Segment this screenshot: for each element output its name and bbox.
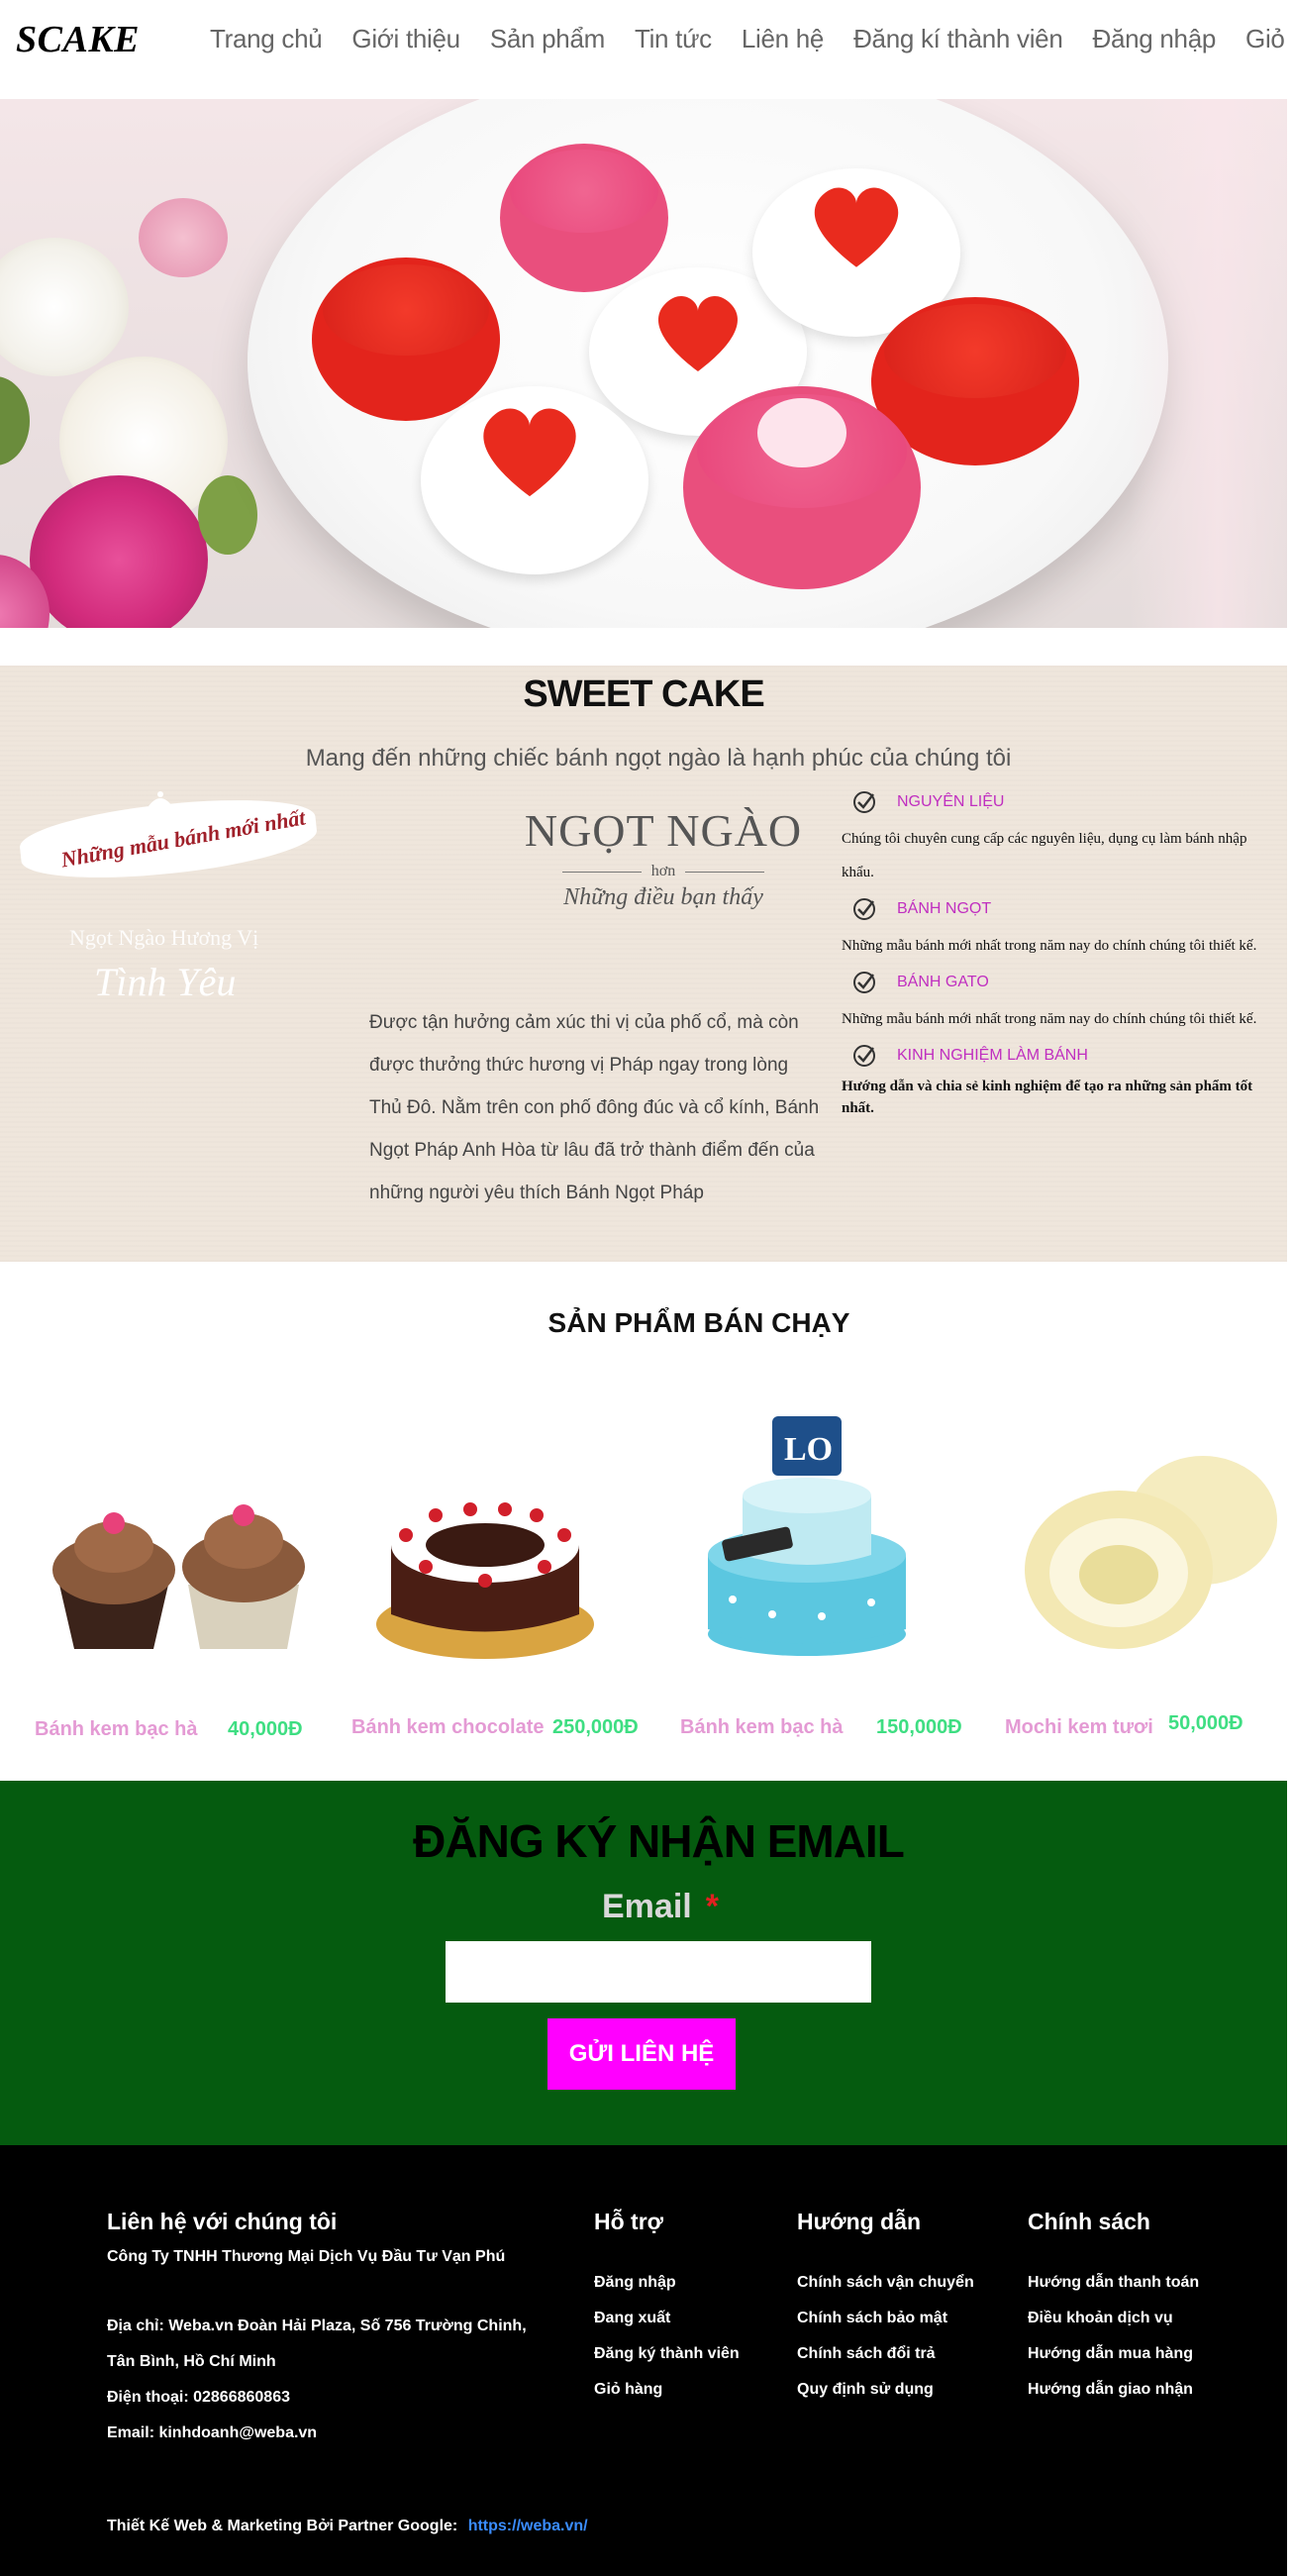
feature-text: Những mẫu bánh mới nhất trong năm nay do… (842, 938, 1257, 954)
footer-support-heading: Hỗ trợ (594, 2209, 664, 2234)
product-price: 40,000Đ (228, 1718, 303, 1740)
footer-credit-text: Thiết Kế Web & Marketing Bởi Partner Goo… (107, 2518, 458, 2534)
footer-support: Hỗ trợ Đăng nhập Đang xuất Đăng ký thành… (594, 2209, 740, 2408)
badge-line2: Tình Yêu (94, 960, 237, 1004)
bestsellers-grid: LO Bánh kem bạc hà 40,000Đ Bánh kem choc… (0, 1387, 1287, 1763)
product-name[interactable]: Bánh kem bạc hà (35, 1718, 198, 1741)
pink-cake-2 (683, 386, 921, 589)
footer-contact-heading: Liên hệ với chúng tôi (107, 2209, 338, 2234)
product-price: 50,000Đ (1168, 1712, 1243, 1734)
intro-title: SWEET CAKE (523, 673, 764, 715)
footer-policy-heading: Chính sách (1028, 2209, 1150, 2234)
main-nav: Trang chủ Giới thiệu Sản phẩm Tin tức Li… (210, 24, 1293, 54)
svg-text:LO: LO (784, 1431, 833, 1468)
check-circle-icon (853, 972, 875, 993)
navbar: SCAKE Trang chủ Giới thiệu Sản phẩm Tin … (0, 0, 1293, 99)
nav-products[interactable]: Sản phẩm (490, 24, 605, 54)
chocolate-cake-image[interactable] (366, 1456, 604, 1664)
blue-cake-image[interactable]: LO (693, 1406, 921, 1664)
newsletter-title: ĐĂNG KÝ NHẬN EMAIL (413, 1815, 905, 1867)
footer-link-logout[interactable]: Đang xuất (594, 2301, 740, 2336)
required-marker: * (705, 1888, 719, 1925)
check-circle-icon (853, 1045, 875, 1067)
footer-address: Địa chỉ: Weba.vn Đoàn Hải Plaza, Số 756 … (107, 2318, 527, 2370)
footer-link-payment[interactable]: Hướng dẫn thanh toán (1028, 2265, 1199, 2301)
product-price: 250,000Đ (552, 1716, 639, 1738)
footer-policy: Chính sách Hướng dẫn thanh toán Điều kho… (1028, 2209, 1199, 2408)
nav-register[interactable]: Đăng kí thành viên (853, 24, 1063, 54)
check-circle-icon (853, 898, 875, 920)
feature-label: BÁNH NGỌT (897, 900, 992, 917)
feature-label: KINH NGHIỆM LÀM BÁNH (897, 1047, 1088, 1064)
feature-heading: BÁNH GATO (842, 963, 1277, 1002)
nav-home[interactable]: Trang chủ (210, 24, 323, 54)
product-name[interactable]: Mochi kem tươi (1005, 1716, 1153, 1739)
newsletter-section: ĐĂNG KÝ NHẬN EMAIL Email * GỬI LIÊN HỆ (0, 1781, 1287, 2145)
bestsellers-title: SẢN PHẨM BÁN CHẠY (547, 1307, 850, 1338)
footer-link-returns[interactable]: Chính sách đổi trả (797, 2336, 974, 2372)
feature-label: BÁNH GATO (897, 974, 989, 990)
badge-line1: Ngọt Ngào Hương Vị (69, 925, 259, 950)
footer: Liên hệ với chúng tôi Công Ty TNHH Thươn… (0, 2145, 1287, 2576)
ngot-ngao-divider: hơn (515, 863, 812, 880)
product-name[interactable]: Bánh kem bạc hà (680, 1716, 844, 1739)
footer-email: Email: kinhdoanh@weba.vn (107, 2424, 318, 2441)
footer-link-service-terms[interactable]: Điều khoản dịch vụ (1028, 2301, 1199, 2336)
footer-link-cart[interactable]: Giỏ hàng (594, 2372, 740, 2408)
footer-contact: Liên hệ với chúng tôi Công Ty TNHH Thươn… (107, 2209, 562, 2451)
email-input[interactable] (446, 1941, 871, 2003)
intro-section: SWEET CAKE Mang đến những chiếc bánh ngọ… (0, 666, 1287, 1262)
footer-link-shipping[interactable]: Chính sách vận chuyển (797, 2265, 974, 2301)
footer-guide-heading: Hướng dẫn (797, 2209, 921, 2234)
footer-link-privacy[interactable]: Chính sách bảo mật (797, 2301, 974, 2336)
email-label: Email * (602, 1888, 719, 1926)
product-price: 150,000Đ (876, 1716, 962, 1738)
white-heart-cake-3 (421, 386, 648, 574)
site-logo[interactable]: SCAKE (16, 18, 140, 61)
feature-label: NGUYÊN LIỆU (897, 793, 1005, 810)
ngot-ngao-script: Những điều bạn thấy (563, 884, 763, 910)
ngot-ngao-title: NGỌT NGÀO (524, 805, 803, 856)
feature-text: Những mẫu bánh mới nhất trong năm nay do… (842, 1011, 1257, 1027)
new-cakes-badge: Những mẫu bánh mới nhất Ngọt Ngào Hương … (0, 784, 337, 1022)
product-name[interactable]: Bánh kem chocolate (351, 1716, 545, 1739)
footer-link-purchase-guide[interactable]: Hướng dẫn mua hàng (1028, 2336, 1199, 2372)
footer-link-terms-use[interactable]: Quy định sử dụng (797, 2372, 974, 2408)
nav-news[interactable]: Tin tức (635, 24, 712, 54)
about-text: Được tận hưởng cảm xúc thi vị của phố cổ… (369, 1012, 820, 1203)
nav-cart[interactable]: Giỏ Hàng (1245, 24, 1293, 54)
nav-login[interactable]: Đăng nhập (1093, 24, 1217, 54)
intro-subtitle: Mang đến những chiếc bánh ngọt ngào là h… (305, 745, 1012, 772)
ngot-ngao-logo: NGỌT NGÀO hơn Những điều bạn thấy (515, 804, 812, 911)
feature-text: Hướng dẫn và chia sẻ kinh nghiệm để tạo … (842, 1079, 1253, 1116)
glass-decoration (1129, 99, 1287, 628)
feature-text: Chúng tôi chuyên cung cấp các nguyên liệ… (842, 831, 1247, 880)
footer-phone: Điện thoại: 02866860863 (107, 2389, 290, 2406)
footer-credit-link[interactable]: https://weba.vn/ (468, 2518, 588, 2534)
cupcake-image[interactable] (40, 1476, 317, 1654)
footer-guide: Hướng dẫn Chính sách vận chuyển Chính sá… (797, 2209, 974, 2408)
feature-heading: BÁNH NGỌT (842, 889, 1277, 929)
nav-about[interactable]: Giới thiệu (351, 24, 460, 54)
submit-button[interactable]: GỬI LIÊN HỆ (547, 2018, 736, 2090)
features-list: NGUYÊN LIỆU Chúng tôi chuyên cung cấp cá… (842, 782, 1277, 1119)
nav-contact[interactable]: Liên hệ (742, 24, 825, 54)
footer-link-login[interactable]: Đăng nhập (594, 2265, 740, 2301)
check-circle-icon (853, 791, 875, 813)
footer-link-register[interactable]: Đăng ký thành viên (594, 2336, 740, 2372)
email-label-text: Email (602, 1888, 692, 1925)
feature-heading: NGUYÊN LIỆU (842, 782, 1277, 822)
hero-banner (0, 99, 1287, 628)
footer-link-delivery-guide[interactable]: Hướng dẫn giao nhận (1028, 2372, 1199, 2408)
pink-cake (500, 144, 668, 292)
feature-heading: KINH NGHIỆM LÀM BÁNH (842, 1036, 1277, 1076)
mochi-image[interactable] (1020, 1446, 1277, 1654)
page: SCAKE Trang chủ Giới thiệu Sản phẩm Tin … (0, 0, 1293, 2576)
footer-credit: Thiết Kế Web & Marketing Bởi Partner Goo… (107, 2518, 588, 2535)
footer-company: Công Ty TNHH Thương Mại Dịch Vụ Đầu Tư V… (107, 2248, 506, 2265)
red-cake (312, 258, 500, 421)
ngot-ngao-middle: hơn (650, 863, 676, 879)
